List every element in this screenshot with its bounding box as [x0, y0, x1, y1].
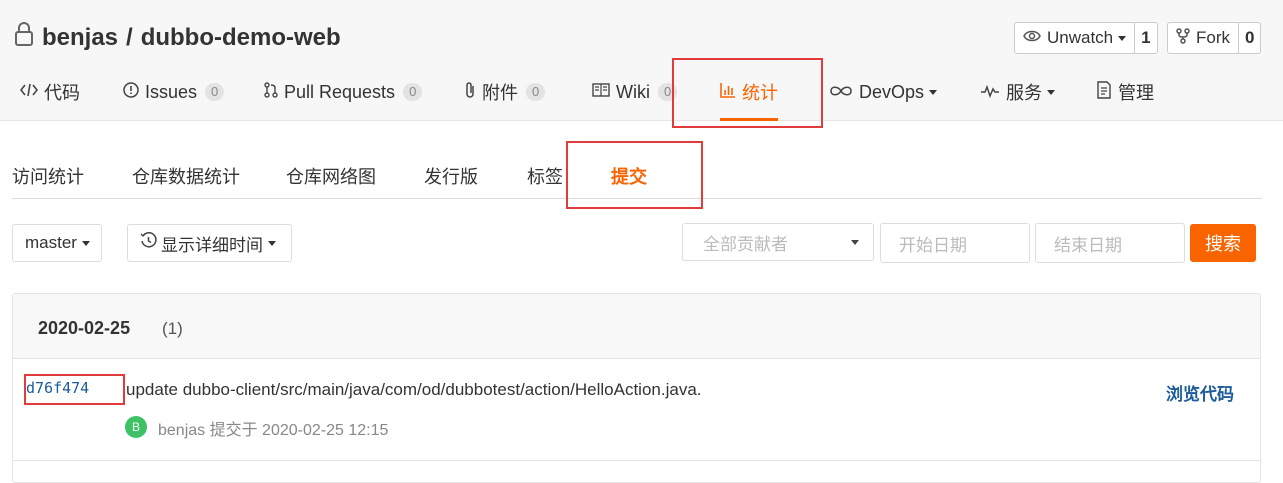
commit-group-date: 2020-02-25 — [38, 318, 131, 338]
tab-code[interactable]: 代码 — [19, 72, 80, 112]
chevron-down-icon — [268, 240, 276, 246]
repo-title: benjas / dubbo-demo-web — [14, 22, 341, 53]
tab-label: DevOps — [859, 81, 925, 102]
tab-label: 附件 — [482, 83, 518, 103]
repo-separator: / — [126, 23, 133, 51]
tab-label: 服务 — [1006, 83, 1042, 103]
fork-button[interactable]: Fork — [1168, 23, 1239, 53]
book-icon — [592, 82, 616, 103]
commit-group-header: 2020-02-25 (1) — [13, 294, 1260, 359]
fork-count[interactable]: 0 — [1239, 23, 1260, 53]
chevron-down-icon — [1047, 89, 1055, 95]
divider — [12, 460, 1261, 461]
contributors-select[interactable]: 全部贡献者 — [682, 223, 874, 261]
tab-label: 代码 — [44, 83, 80, 103]
attachments-count-badge: 0 — [526, 83, 546, 101]
branch-label: master — [25, 233, 77, 252]
repo-name-link[interactable]: dubbo-demo-web — [141, 24, 341, 52]
browse-code-link[interactable]: 浏览代码 — [1166, 380, 1234, 405]
start-date-input[interactable]: 开始日期 — [880, 223, 1030, 263]
repo-owner-link[interactable]: benjas — [42, 24, 118, 52]
fork-button-group: Fork 0 — [1167, 22, 1262, 54]
tab-issues[interactable]: Issues 0 — [123, 72, 225, 112]
chevron-down-icon — [851, 240, 859, 245]
chevron-down-icon — [1118, 35, 1127, 41]
subtab-tags[interactable]: 标签 — [527, 163, 563, 189]
document-icon — [1096, 80, 1118, 104]
clock-icon — [140, 232, 157, 254]
tab-label: Pull Requests — [284, 81, 396, 102]
paperclip-icon — [464, 81, 482, 104]
eye-icon — [1023, 28, 1047, 48]
search-button[interactable]: 搜索 — [1190, 224, 1256, 262]
commit-author-line: benjas 提交于 2020-02-25 12:15 — [158, 422, 389, 439]
subtab-visits[interactable]: 访问统计 — [12, 163, 84, 189]
tab-pull-requests[interactable]: Pull Requests 0 — [264, 72, 423, 112]
commit-message-link[interactable]: update dubbo-client/src/main/java/com/od… — [126, 380, 702, 400]
subtab-network-graph[interactable]: 仓库网络图 — [286, 163, 376, 189]
tab-label: 管理 — [1118, 83, 1154, 103]
commit-group-count: (1) — [162, 319, 183, 338]
branch-select[interactable]: master — [12, 224, 102, 262]
tab-manage[interactable]: 管理 — [1096, 72, 1154, 112]
code-icon — [19, 82, 44, 103]
lock-icon — [14, 22, 34, 53]
tab-attachments[interactable]: 附件 0 — [464, 72, 546, 112]
repo-tabs: 代码 Issues 0 Pull Requests 0 附件 0 Wiki 0 … — [0, 72, 1283, 121]
time-mode-select[interactable]: 显示详细时间 — [127, 224, 292, 262]
subtab-repo-data[interactable]: 仓库数据统计 — [132, 163, 240, 189]
subtab-releases[interactable]: 发行版 — [424, 163, 478, 189]
issues-count-badge: 0 — [205, 83, 225, 101]
highlight-box-commits-subtab — [566, 141, 703, 209]
pull-request-icon — [264, 81, 284, 103]
watch-button-group: Unwatch 1 — [1014, 22, 1158, 54]
issue-icon — [123, 81, 145, 103]
pulse-icon — [980, 82, 1006, 103]
highlight-box-statistics-tab — [672, 58, 823, 128]
time-mode-label: 显示详细时间 — [161, 235, 263, 255]
highlight-box-commit-sha — [24, 374, 125, 405]
fork-icon — [1176, 27, 1196, 49]
tab-label: Wiki — [616, 81, 650, 102]
repo-header: benjas / dubbo-demo-web Unwatch 1 Fork 0… — [0, 0, 1283, 121]
tab-wiki[interactable]: Wiki 0 — [592, 72, 678, 112]
watch-label: Unwatch — [1047, 28, 1114, 47]
tab-devops[interactable]: DevOps — [829, 72, 938, 112]
pull-requests-count-badge: 0 — [403, 83, 423, 101]
chevron-down-icon — [929, 89, 938, 95]
watch-button[interactable]: Unwatch — [1015, 23, 1136, 53]
tab-label: Issues — [145, 81, 198, 102]
watch-count[interactable]: 1 — [1135, 23, 1156, 53]
avatar[interactable]: B — [125, 416, 147, 438]
end-date-input[interactable]: 结束日期 — [1035, 223, 1185, 263]
contributors-label: 全部贡献者 — [703, 234, 788, 254]
tab-services[interactable]: 服务 — [980, 72, 1055, 112]
infinity-icon — [829, 82, 859, 103]
chevron-down-icon — [81, 240, 90, 246]
fork-label: Fork — [1196, 28, 1230, 47]
